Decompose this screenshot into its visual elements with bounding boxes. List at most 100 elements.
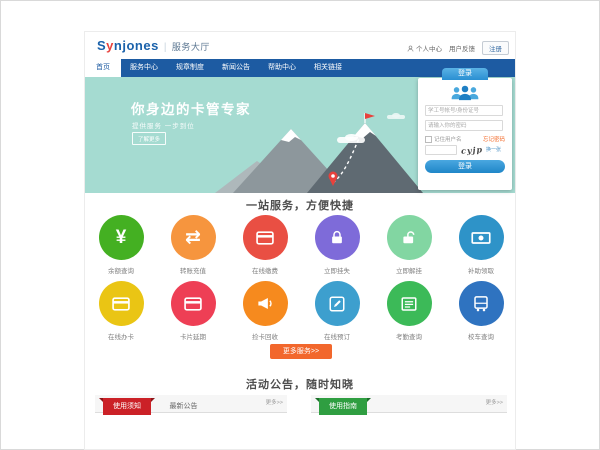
service-label: 在线办卡	[85, 331, 157, 341]
service-item-unfreeze[interactable]: 立即解挂	[373, 215, 445, 275]
hero-more-button[interactable]: 了解更多	[132, 132, 166, 145]
service-circle	[171, 281, 216, 326]
service-item-balance[interactable]: ¥ 余额查询	[85, 215, 157, 275]
site-name: 服务大厅	[172, 42, 210, 52]
site-container: Synjones|服务大厅 个人中心 用户反馈 注册 首页 服务中心 规章制度 …	[84, 31, 516, 450]
logo-text-rest: njones	[114, 38, 159, 53]
service-label: 立即解挂	[373, 265, 445, 275]
nav-item-home[interactable]: 首页	[85, 59, 121, 77]
service-item-subsidy[interactable]: 补助领取	[445, 215, 517, 275]
edit-icon	[328, 295, 346, 313]
service-label: 补助领取	[445, 265, 517, 275]
nav-item-rules[interactable]: 规章制度	[167, 59, 213, 77]
remember-label: 记住用户名	[434, 135, 462, 143]
announcements-right-panel: 使用指南 更多>>	[311, 395, 507, 413]
user-feedback-link[interactable]: 用户反馈	[449, 43, 475, 53]
service-label: 卡片延期	[157, 331, 229, 341]
hero-title: 你身边的卡管专家	[131, 98, 251, 118]
header: Synjones | 服务大厅 个人中心 用户反馈 注册	[85, 32, 515, 59]
more-link[interactable]: 更多>>	[486, 395, 503, 412]
captcha-row: cyjp 换一张	[425, 144, 505, 155]
service-circle	[243, 281, 288, 326]
mountain-illustration	[215, 113, 425, 193]
service-label: 校车查询	[445, 331, 517, 341]
service-item-school-bus[interactable]: 校车查询	[445, 281, 517, 341]
users-icon	[449, 84, 481, 102]
header-actions: 个人中心 用户反馈 注册	[407, 41, 509, 55]
megaphone-icon	[256, 294, 275, 313]
account-input[interactable]	[425, 105, 503, 116]
service-circle	[387, 215, 432, 260]
login-tab[interactable]: 登录	[442, 68, 488, 80]
services-heading: 一站服务，方便快捷	[85, 197, 515, 213]
service-item-transfer[interactable]: ⇄ 转账充值	[157, 215, 229, 275]
captcha-refresh-link[interactable]: 换一张	[486, 146, 501, 153]
services-row-2: 在线办卡 卡片延期 捡卡回收 在线预订 考勤查询	[85, 281, 517, 341]
service-circle	[459, 215, 504, 260]
nav-item-links[interactable]: 相关链接	[305, 59, 351, 77]
tab-user-guide[interactable]: 使用指南	[319, 398, 367, 415]
service-label: 考勤查询	[373, 331, 445, 341]
service-label: 余额查询	[85, 265, 157, 275]
captcha-image[interactable]: cyjp	[461, 144, 484, 156]
service-circle	[99, 281, 144, 326]
cloud-icon	[387, 115, 405, 119]
transfer-icon: ⇄	[185, 228, 201, 247]
password-input[interactable]	[425, 120, 503, 131]
tab-usage-notice[interactable]: 使用须知	[103, 398, 151, 415]
service-item-online-booking[interactable]: 在线预订	[301, 281, 373, 341]
personal-center-label: 个人中心	[416, 43, 442, 53]
service-label: 在线预订	[301, 331, 373, 341]
service-circle	[459, 281, 504, 326]
service-label: 在线缴费	[229, 265, 301, 275]
login-options: 记住用户名 忘记密码	[425, 135, 505, 143]
service-item-report-loss[interactable]: 立即挂失	[301, 215, 373, 275]
tab-latest-news[interactable]: 最新公告	[169, 398, 197, 415]
yuan-icon: ¥	[116, 228, 127, 247]
service-circle	[387, 281, 432, 326]
captcha-input[interactable]	[425, 145, 457, 155]
cloud-icon	[337, 137, 365, 143]
nav-item-service-center[interactable]: 服务中心	[121, 59, 167, 77]
card-icon	[183, 294, 203, 314]
logo-divider: |	[164, 42, 167, 53]
service-label: 捡卡回收	[229, 331, 301, 341]
more-link[interactable]: 更多>>	[266, 395, 283, 412]
service-circle: ¥	[99, 215, 144, 260]
service-item-attendance[interactable]: 考勤查询	[373, 281, 445, 341]
login-submit-button[interactable]: 登录	[425, 160, 505, 173]
service-circle: ⇄	[171, 215, 216, 260]
more-services-button[interactable]: 更多服务>>	[270, 344, 332, 359]
page: { "header": { "logo_text_a": "S", "logo_…	[0, 0, 600, 450]
card-icon	[111, 294, 131, 314]
lock-icon	[328, 229, 346, 247]
service-circle	[315, 281, 360, 326]
service-circle	[315, 215, 360, 260]
announcements-heading: 活动公告，随时知晓	[85, 376, 515, 392]
card-icon	[255, 228, 275, 248]
service-label: 转账充值	[157, 265, 229, 275]
nav-item-news[interactable]: 新闻公告	[213, 59, 259, 77]
list-icon	[400, 295, 418, 313]
logo-accent: y	[106, 38, 114, 53]
service-label: 立即挂失	[301, 265, 373, 275]
service-circle	[243, 215, 288, 260]
nav-item-help[interactable]: 帮助中心	[259, 59, 305, 77]
logo[interactable]: Synjones | 服务大厅	[97, 38, 210, 53]
person-icon	[407, 45, 414, 52]
forgot-password-link[interactable]: 忘记密码	[483, 135, 505, 143]
service-item-online-pay[interactable]: 在线缴费	[229, 215, 301, 275]
service-item-apply-card[interactable]: 在线办卡	[85, 281, 157, 341]
user-feedback-label: 用户反馈	[449, 43, 475, 53]
announcements-left-panel: 使用须知 最新公告 更多>>	[95, 395, 287, 413]
service-item-card-recovery[interactable]: 捡卡回收	[229, 281, 301, 341]
personal-center-link[interactable]: 个人中心	[407, 43, 442, 53]
login-panel: 登录 记住用户名 忘记密码 cyjp 换一张 登录	[418, 78, 512, 190]
banknote-icon	[471, 228, 491, 248]
service-item-card-renewal[interactable]: 卡片延期	[157, 281, 229, 341]
unlock-icon	[400, 229, 418, 247]
bus-icon	[472, 295, 490, 313]
register-button[interactable]: 注册	[482, 41, 509, 55]
logo-text: S	[97, 38, 106, 53]
remember-checkbox[interactable]	[425, 136, 432, 143]
